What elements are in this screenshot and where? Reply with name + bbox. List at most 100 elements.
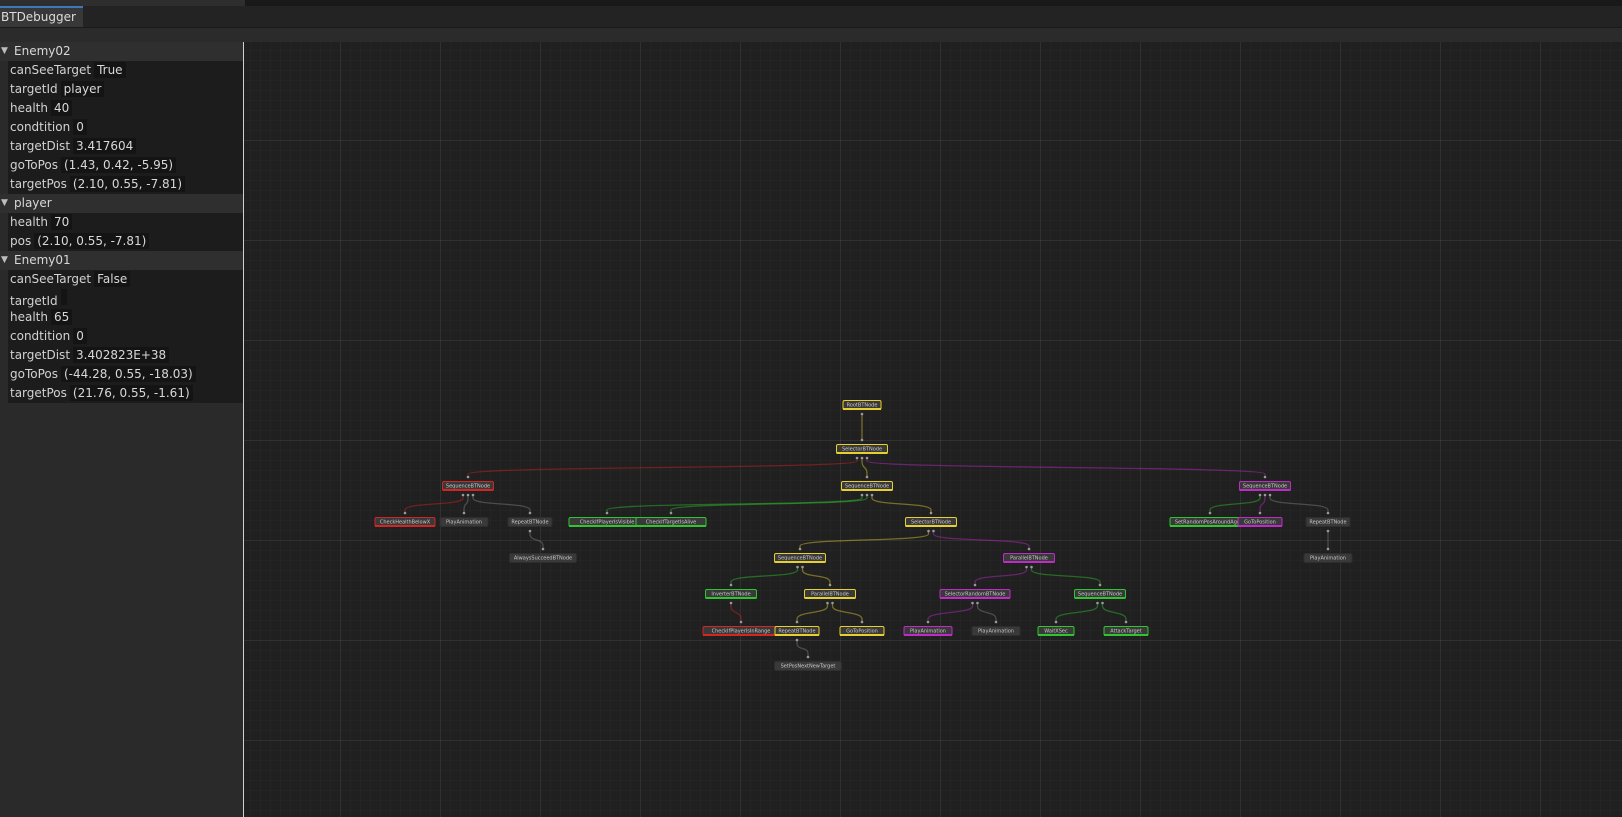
port-dot <box>461 493 465 497</box>
port-dot <box>1258 493 1262 497</box>
tree-edge <box>1055 602 1099 623</box>
bt-node[interactable]: SequenceBTNode <box>841 481 893 492</box>
property-value: 3.417604 <box>73 138 137 154</box>
bt-node[interactable]: SelectorBTNode <box>836 444 888 455</box>
bt-node-label: WaitXSec <box>1044 629 1068 635</box>
port-dot <box>466 475 470 479</box>
bt-node[interactable]: GoToPosition <box>839 626 885 637</box>
bt-node-label: SequenceBTNode <box>1243 484 1287 490</box>
bt-node[interactable]: CheckIfPlayerIsVisible <box>568 517 646 528</box>
port-dot <box>929 511 933 515</box>
bt-node-label: CheckHealthBelowX <box>380 520 431 526</box>
port-dot <box>971 601 974 605</box>
port-dot <box>466 493 470 497</box>
port-dot <box>870 493 874 497</box>
tree-edge <box>606 494 863 514</box>
property-row: targetDist 3.402823E+38 <box>8 346 243 365</box>
bt-node[interactable]: PlayAnimation <box>903 626 953 637</box>
bt-node[interactable]: GoToPosition <box>1237 517 1283 528</box>
port-dot <box>1124 620 1128 624</box>
property-key: targetDist <box>10 348 71 362</box>
port-dot <box>865 456 869 460</box>
bt-node-label: SequenceBTNode <box>778 556 822 562</box>
expand-arrow-icon[interactable]: ▼ <box>1 194 8 213</box>
port-dot <box>860 412 864 416</box>
bt-node[interactable]: AttackTarget <box>1103 626 1149 637</box>
property-key: goToPos <box>10 158 58 172</box>
bt-node-label: RepeatBTNode <box>778 629 815 635</box>
property-value: True <box>94 62 126 78</box>
bt-node[interactable]: CheckIfTargetIsAlive <box>635 517 707 528</box>
tree-edge <box>976 602 997 623</box>
property-key: health <box>10 215 48 229</box>
bt-node[interactable]: RepeatBTNode <box>507 517 553 527</box>
bt-node-label: SetRandomPosAroundAgent <box>1175 520 1245 526</box>
entity-foldout[interactable]: ▼ Enemy01 <box>0 251 243 270</box>
bt-node-label: RepeatBTNode <box>511 520 548 526</box>
tree-edge <box>932 530 1030 550</box>
bt-node[interactable]: AlwaysSucceedBTNode <box>509 553 577 563</box>
bt-node[interactable]: SequenceBTNode <box>1074 589 1126 600</box>
property-row: health 65 <box>8 308 243 327</box>
entity-foldout[interactable]: ▼ player <box>0 194 243 213</box>
bt-node[interactable]: CheckIfPlayerIsInRange <box>702 626 780 637</box>
bt-node-label: SelectorBTNode <box>911 520 951 526</box>
bt-node[interactable]: SelectorBTNode <box>905 517 957 528</box>
entity-foldout[interactable]: ▼ Enemy02 <box>0 42 243 61</box>
port-dot <box>795 638 799 642</box>
tree-edge <box>796 602 829 623</box>
bt-node-label: ParallelBTNode <box>1010 556 1048 562</box>
entity-properties: canSeeTarget True targetId player health 40 co… <box>8 61 243 194</box>
tab-bar: BTDebugger <box>0 6 1622 28</box>
entity-group: ▼ Enemy02 canSeeTarget True targetId player he… <box>0 42 243 194</box>
entity-group: ▼ player health 70 pos (2.10, 0.55, -7.81) <box>0 194 243 251</box>
property-row: canSeeTarget True <box>8 61 243 80</box>
behavior-tree-graph[interactable]: CheckHealthBelowX PlayAnimation AlwaysSucc… <box>244 42 1622 817</box>
property-key: condtition <box>10 329 71 343</box>
bt-node[interactable]: RootBTNode <box>842 400 882 411</box>
bt-node[interactable]: SequenceBTNode <box>1239 481 1291 492</box>
bt-node[interactable]: ParallelBTNode <box>804 589 856 600</box>
expand-arrow-icon[interactable]: ▼ <box>1 251 8 270</box>
port-dot <box>528 529 532 533</box>
property-key: goToPos <box>10 367 58 381</box>
port-dot <box>860 493 864 497</box>
port-dot <box>1027 547 1031 551</box>
property-key: targetId <box>10 294 58 308</box>
port-dot <box>826 601 829 605</box>
bt-node[interactable]: SequenceBTNode <box>774 553 826 564</box>
port-dot <box>855 456 859 460</box>
property-row: targetPos (21.76, 0.55, -1.61) <box>8 384 243 403</box>
bt-node-label: AttackTarget <box>1110 629 1141 635</box>
bt-node[interactable]: SelectorRandomBTNode <box>939 589 1011 600</box>
blackboard-panel[interactable]: ▼ Enemy02 canSeeTarget True targetId player he… <box>0 42 243 817</box>
property-row: health 40 <box>8 99 243 118</box>
bt-node[interactable]: InverterBTNode <box>705 589 757 600</box>
bt-node-label: CheckIfPlayerIsVisible <box>580 520 635 526</box>
port-dot <box>796 565 799 569</box>
property-row: targetId player <box>8 80 243 99</box>
property-key: canSeeTarget <box>10 272 92 286</box>
bt-node[interactable]: CheckHealthBelowX <box>374 517 436 528</box>
bt-node[interactable]: SequenceBTNode <box>442 481 494 492</box>
tree-edge <box>799 530 930 550</box>
bt-node-label: RootBTNode <box>847 403 878 409</box>
tab-btdebugger[interactable]: BTDebugger <box>0 6 83 27</box>
bt-node-label: PlayAnimation <box>978 629 1014 635</box>
bt-node[interactable]: PlayAnimation <box>439 517 489 527</box>
expand-arrow-icon[interactable]: ▼ <box>1 42 8 61</box>
bt-node[interactable]: PlayAnimation <box>1303 553 1353 563</box>
bt-node[interactable]: WaitXSec <box>1037 626 1075 637</box>
bt-node-label: CheckIfTargetIsAlive <box>646 520 696 526</box>
property-row: condtition 0 <box>8 327 243 346</box>
bt-node[interactable]: SetPosNextNewTarget <box>774 661 842 671</box>
bt-node[interactable]: RepeatBTNode <box>1305 517 1351 527</box>
bt-node[interactable]: RepeatBTNode <box>774 626 820 637</box>
bt-node[interactable]: ParallelBTNode <box>1003 553 1055 564</box>
port-dot <box>1263 475 1267 479</box>
port-dot <box>1025 565 1028 569</box>
bt-node-label: PlayAnimation <box>446 520 482 526</box>
property-key: targetId <box>10 82 58 96</box>
port-dot <box>798 547 802 551</box>
bt-node[interactable]: PlayAnimation <box>971 626 1021 636</box>
